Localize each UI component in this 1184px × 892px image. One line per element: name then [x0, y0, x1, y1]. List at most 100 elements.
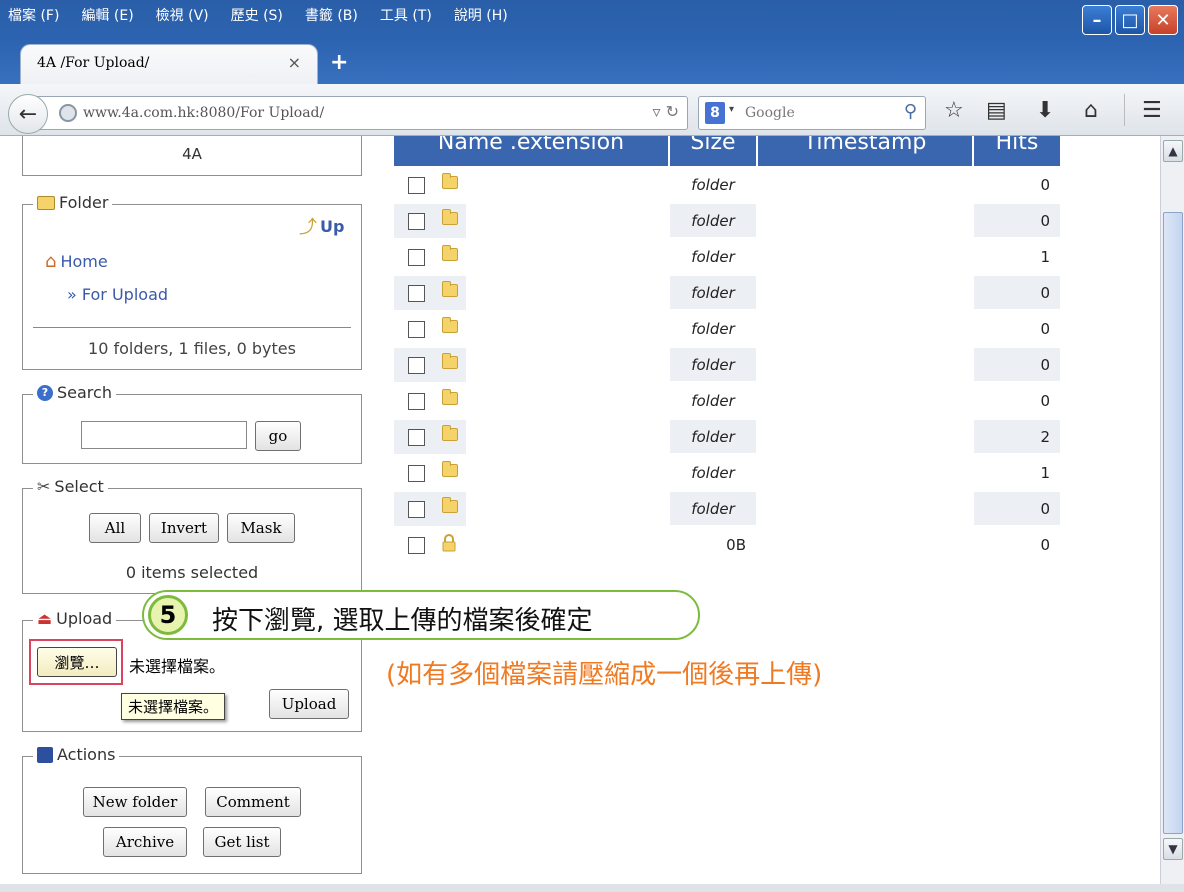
tab-close-icon[interactable]: ×	[288, 53, 301, 72]
minimize-button[interactable]: –	[1082, 5, 1112, 35]
header-size[interactable]: Size	[670, 136, 756, 166]
table-row[interactable]: folder 1	[394, 240, 1062, 276]
upload-button[interactable]: Upload	[269, 689, 349, 719]
timestamp-cell	[758, 528, 972, 562]
get-list-button[interactable]: Get list	[203, 827, 281, 857]
open-folder-icon	[37, 195, 55, 210]
back-button[interactable]: ←	[8, 94, 48, 134]
search-panel: ? Search go	[22, 383, 362, 464]
name-cell[interactable]	[394, 528, 668, 562]
home-link[interactable]: ⌂ Home	[45, 251, 108, 272]
folder-icon	[442, 173, 458, 189]
search-input[interactable]	[81, 421, 247, 449]
folder-icon	[442, 425, 458, 441]
house-icon: ⌂	[45, 251, 57, 272]
hits-cell: 2	[974, 420, 1060, 454]
hamburger-menu-icon[interactable]: ☰	[1142, 98, 1162, 123]
table-row[interactable]: folder 2	[394, 420, 1062, 456]
timestamp-cell	[758, 420, 972, 454]
name-cell[interactable]	[394, 456, 668, 490]
up-link[interactable]: ⤴ Up	[299, 213, 344, 239]
close-window-button[interactable]: ✕	[1148, 5, 1178, 35]
name-cell[interactable]	[394, 168, 668, 202]
row-checkbox[interactable]	[408, 537, 425, 554]
comment-button[interactable]: Comment	[205, 787, 301, 817]
mask-button[interactable]: Mask	[227, 513, 295, 543]
magnifier-icon[interactable]: ⚲	[904, 101, 917, 122]
hits-cell: 0	[974, 492, 1060, 526]
row-checkbox[interactable]	[408, 429, 425, 446]
google-search-engine-icon[interactable]: 8	[705, 102, 725, 124]
name-cell[interactable]	[394, 348, 668, 382]
table-row[interactable]: folder 0	[394, 168, 1062, 204]
scroll-down-arrow-icon[interactable]: ▼	[1163, 838, 1183, 860]
menu-tools[interactable]: 工具 (T)	[380, 4, 432, 28]
downloads-icon[interactable]: ⬇	[1036, 98, 1054, 123]
bookmarks-list-icon[interactable]: ▤	[986, 98, 1007, 123]
select-legend-label: Select	[54, 477, 104, 496]
name-cell[interactable]	[394, 492, 668, 526]
row-checkbox[interactable]	[408, 249, 425, 266]
select-all-button[interactable]: All	[89, 513, 141, 543]
header-hits[interactable]: Hits	[974, 136, 1060, 166]
new-tab-button[interactable]: +	[330, 50, 348, 75]
new-folder-button[interactable]: New folder	[83, 787, 187, 817]
invert-selection-button[interactable]: Invert	[149, 513, 219, 543]
table-row[interactable]: 0B 0	[394, 528, 1062, 564]
name-cell[interactable]	[394, 204, 668, 238]
bookmark-star-icon[interactable]: ☆	[944, 98, 964, 123]
table-row[interactable]: folder 0	[394, 348, 1062, 384]
url-text: www.4a.com.hk:8080/For Upload/	[83, 105, 325, 121]
archive-button[interactable]: Archive	[103, 827, 187, 857]
help-icon: ?	[37, 384, 53, 401]
reload-icon[interactable]: ▿ ↻	[652, 102, 679, 121]
row-checkbox[interactable]	[408, 285, 425, 302]
row-checkbox[interactable]	[408, 321, 425, 338]
scroll-thumb[interactable]	[1163, 212, 1183, 834]
menu-bookmarks[interactable]: 書籤 (B)	[305, 4, 358, 28]
row-checkbox[interactable]	[408, 501, 425, 518]
table-row[interactable]: folder 0	[394, 312, 1062, 348]
name-cell[interactable]	[394, 240, 668, 274]
size-cell: folder	[670, 384, 756, 418]
menu-file[interactable]: 檔案 (F)	[8, 4, 59, 28]
go-button[interactable]: go	[255, 421, 301, 451]
name-cell[interactable]	[394, 276, 668, 310]
menu-history[interactable]: 歷史 (S)	[231, 4, 283, 28]
address-bar[interactable]: www.4a.com.hk:8080/For Upload/ ▿ ↻	[32, 96, 688, 130]
engine-dropdown-icon[interactable]: ▾	[729, 104, 734, 115]
folder-legend-label: Folder	[59, 193, 109, 212]
home-icon[interactable]: ⌂	[1084, 98, 1098, 123]
row-checkbox[interactable]	[408, 357, 425, 374]
header-timestamp[interactable]: Timestamp	[758, 136, 972, 166]
row-checkbox[interactable]	[408, 177, 425, 194]
row-checkbox[interactable]	[408, 213, 425, 230]
timestamp-cell	[758, 204, 972, 238]
name-cell[interactable]	[394, 312, 668, 346]
vertical-scrollbar[interactable]: ▲ ▼	[1160, 136, 1184, 884]
row-checkbox[interactable]	[408, 465, 425, 482]
toolbar-divider	[1124, 94, 1125, 126]
menu-help[interactable]: 說明 (H)	[454, 4, 508, 28]
table-row[interactable]: folder 0	[394, 204, 1062, 240]
current-folder-link[interactable]: » For Upload	[67, 285, 168, 304]
table-row[interactable]: folder 1	[394, 456, 1062, 492]
maximize-button[interactable]: □	[1115, 5, 1145, 35]
browser-tab[interactable]: 4A /For Upload/ ×	[20, 44, 318, 84]
table-row[interactable]: folder 0	[394, 276, 1062, 312]
menu-view[interactable]: 檢視 (V)	[156, 4, 209, 28]
size-cell: folder	[670, 240, 756, 274]
row-checkbox[interactable]	[408, 393, 425, 410]
table-row[interactable]: folder 0	[394, 492, 1062, 528]
timestamp-cell	[758, 456, 972, 490]
header-name[interactable]: Name .extension	[394, 136, 668, 166]
search-bar[interactable]: 8 ▾ Google ⚲	[698, 96, 926, 130]
timestamp-cell	[758, 276, 972, 310]
name-cell[interactable]	[394, 420, 668, 454]
browse-button[interactable]: 瀏覽…	[37, 647, 117, 677]
scroll-up-arrow-icon[interactable]: ▲	[1163, 140, 1183, 162]
menu-edit[interactable]: 編輯 (E)	[81, 4, 133, 28]
search-placeholder: Google	[745, 105, 795, 121]
table-row[interactable]: folder 0	[394, 384, 1062, 420]
name-cell[interactable]	[394, 384, 668, 418]
